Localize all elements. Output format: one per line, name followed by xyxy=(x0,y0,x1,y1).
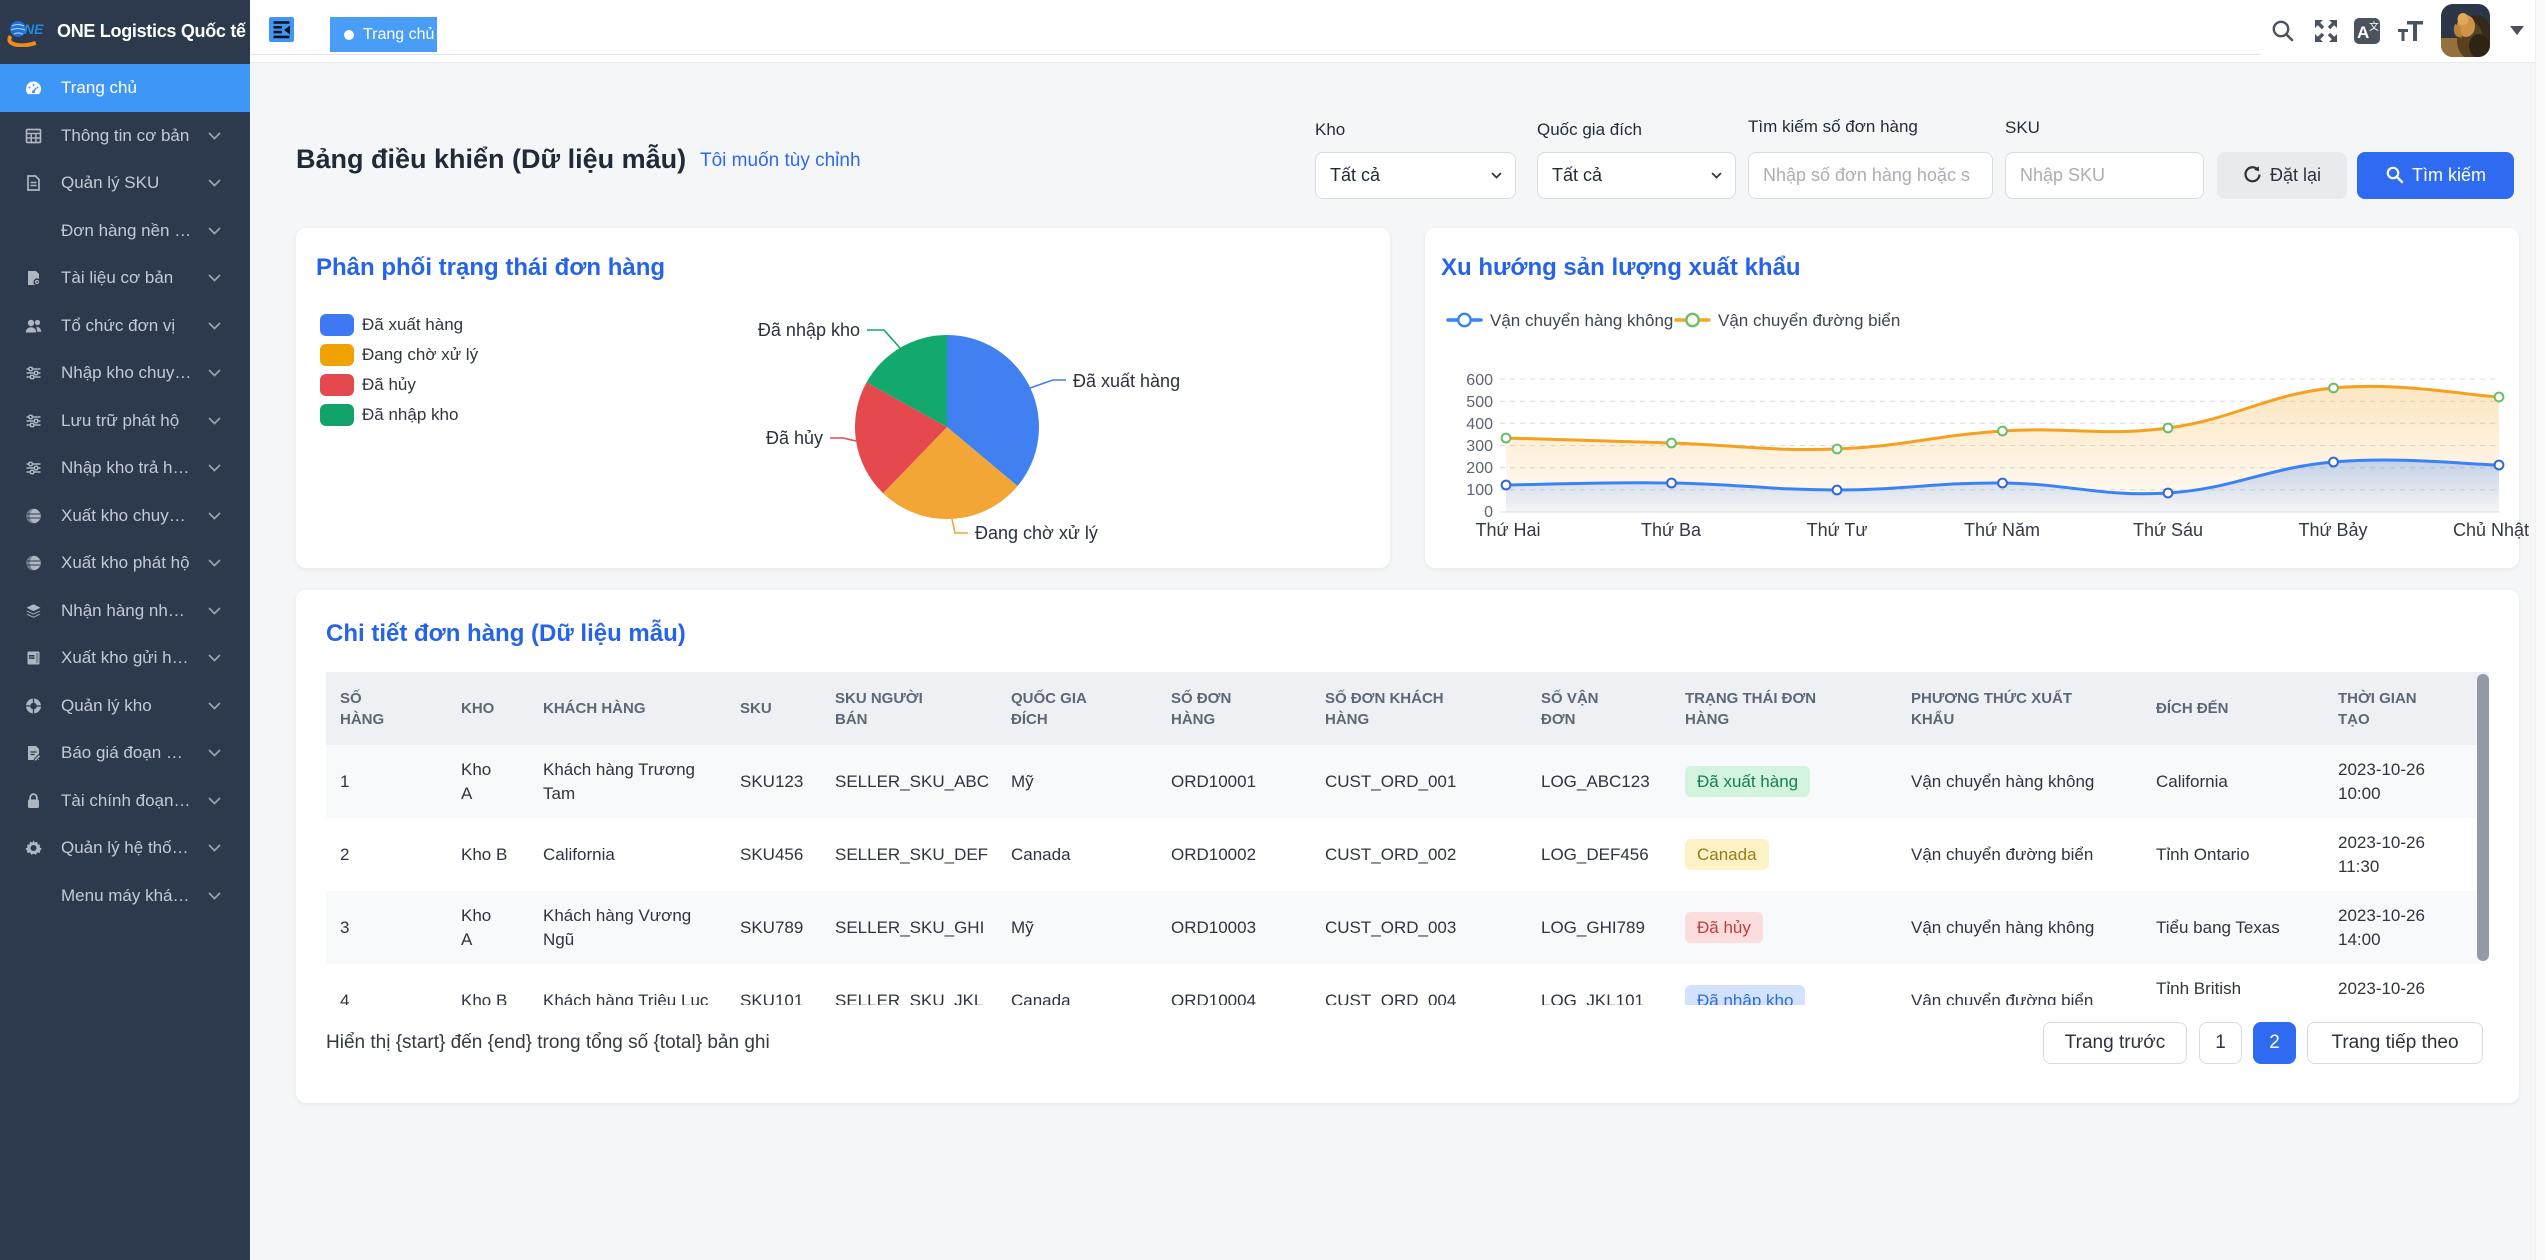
svg-text:NE: NE xyxy=(24,21,44,37)
svg-text:A: A xyxy=(2357,23,2369,42)
svg-text:200: 200 xyxy=(1466,460,1493,477)
svg-text:0: 0 xyxy=(1484,504,1493,521)
svg-text:Vận chuyển hàng không: Vận chuyển hàng không xyxy=(1490,311,1673,330)
svg-text:Thứ Bảy: Thứ Bảy xyxy=(2298,520,2367,540)
svg-text:100: 100 xyxy=(1466,482,1493,499)
svg-text:ZIP: ZIP xyxy=(29,655,35,659)
svg-text:文: 文 xyxy=(2369,20,2379,33)
svg-text:Thứ Tư: Thứ Tư xyxy=(1807,520,1868,540)
svg-text:Thứ Sáu: Thứ Sáu xyxy=(2133,520,2203,540)
svg-text:Thứ Năm: Thứ Năm xyxy=(1964,520,2040,540)
svg-text:Đang chờ xử lý: Đang chờ xử lý xyxy=(975,523,1098,543)
svg-text:Đã xuất hàng: Đã xuất hàng xyxy=(1073,371,1180,391)
svg-text:300: 300 xyxy=(1466,438,1493,455)
svg-text:Chủ Nhật: Chủ Nhật xyxy=(2453,520,2529,540)
svg-text:400: 400 xyxy=(1466,416,1493,433)
svg-text:Vận chuyển đường biển: Vận chuyển đường biển xyxy=(1718,311,1900,330)
svg-text:500: 500 xyxy=(1466,394,1493,411)
svg-text:Thứ Ba: Thứ Ba xyxy=(1641,520,1702,540)
svg-text:Đã nhập kho: Đã nhập kho xyxy=(758,320,860,340)
svg-text:Thứ Hai: Thứ Hai xyxy=(1475,520,1540,540)
svg-text:Đã hủy: Đã hủy xyxy=(766,428,823,448)
svg-text:600: 600 xyxy=(1466,372,1493,389)
